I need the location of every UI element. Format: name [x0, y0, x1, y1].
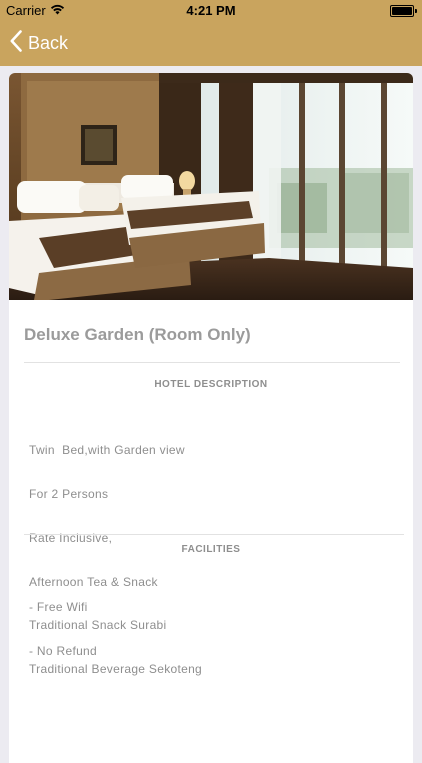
battery-icon — [390, 5, 417, 17]
facilities-header: FACILITIES — [181, 544, 241, 555]
room-photo — [9, 73, 413, 300]
status-time: 4:21 PM — [186, 3, 236, 18]
back-button[interactable]: Back — [10, 30, 68, 57]
description-header: HOTEL DESCRIPTION — [154, 379, 268, 390]
facility-item: - Free Wifi — [29, 600, 88, 615]
description-line: Twin Bed,with Garden view — [29, 443, 185, 458]
facilities-list: - Free Wifi - No Refund — [29, 571, 97, 688]
facilities-divider — [24, 534, 404, 535]
room-title: Deluxe Garden (Room Only) — [24, 325, 251, 344]
facility-item: - No Refund — [29, 643, 97, 658]
room-detail-card: Deluxe Garden (Room Only) HOTEL DESCRIPT… — [9, 73, 413, 763]
status-bar: Carrier 4:21 PM — [0, 0, 422, 22]
chevron-left-icon — [10, 30, 22, 57]
description-line: For 2 Persons — [29, 486, 109, 501]
navigation-bar: Back — [0, 22, 422, 66]
title-divider — [24, 362, 400, 363]
back-label: Back — [28, 33, 69, 53]
